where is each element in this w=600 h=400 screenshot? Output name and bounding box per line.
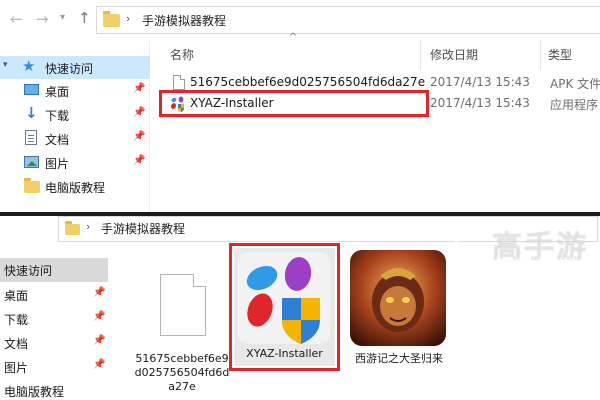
- pin-icon[interactable]: 📌: [133, 107, 145, 118]
- pin-icon[interactable]: 📌: [93, 287, 105, 298]
- folder-icon: [24, 178, 40, 193]
- column-header-date[interactable]: 修改日期: [430, 46, 478, 63]
- up-arrow-icon[interactable]: ↑: [78, 9, 91, 27]
- pin-icon[interactable]: 📌: [133, 83, 145, 94]
- sidebar-item-label: 快速访问: [45, 62, 94, 76]
- breadcrumb-separator-icon[interactable]: ›: [126, 12, 130, 25]
- file-tile-caption[interactable]: 西游记之大圣归来: [344, 350, 454, 366]
- column-divider[interactable]: [540, 40, 541, 70]
- pin-icon[interactable]: 📌: [93, 335, 105, 346]
- column-header-name[interactable]: 名称: [170, 46, 194, 63]
- pin-icon[interactable]: 📌: [93, 359, 105, 370]
- file-date: 2017/4/13 15:43: [430, 75, 530, 89]
- file-list: ^ 名称 修改日期 类型 51675cebbef6e9d025756504fd6…: [150, 32, 600, 212]
- sidebar-item-label: 电脑版教程: [45, 181, 106, 195]
- sort-ascending-icon: ^: [289, 32, 298, 43]
- document-icon: [25, 130, 37, 145]
- sidebar-item-label: 文档: [45, 133, 70, 147]
- explorer-icons-window: › 手游模拟器教程 快速访问 桌面 📌 下载 📌 文档 📌 图片 📌 电脑版教程…: [0, 216, 600, 400]
- sidebar-item-desktop[interactable]: 桌面 📌: [0, 79, 150, 102]
- folder-icon: [65, 221, 80, 235]
- forward-arrow-icon[interactable]: →: [36, 10, 49, 28]
- file-tile-caption[interactable]: 51675cebbef6e9d025756504fd6da27e: [132, 352, 232, 394]
- sidebar-item-label: 图片: [4, 361, 29, 375]
- desktop-icon: [24, 84, 39, 95]
- pictures-icon: [24, 156, 39, 168]
- sidebar-item-label: 下载: [45, 109, 70, 123]
- navigation-pane: ▾ ★ 快速访问 桌面 📌 ↓ 下载 📌 文档 📌 图片 📌 电脑版教程: [0, 40, 150, 212]
- watermark-subtext: GAOSHOUYOU.COM: [496, 256, 580, 264]
- pin-icon[interactable]: 📌: [133, 155, 145, 166]
- sidebar-item-pictures[interactable]: 图片 📌: [0, 355, 108, 379]
- game-monkey-king-icon[interactable]: [350, 250, 446, 346]
- sidebar-item-pc-tutorial[interactable]: 电脑版教程: [0, 379, 108, 400]
- file-date: 2017/4/13 15:43: [430, 96, 530, 110]
- file-type: APK 文件: [550, 77, 600, 91]
- sidebar-item-quick-access[interactable]: 快速访问: [0, 258, 108, 282]
- breadcrumb[interactable]: 手游模拟器教程: [142, 12, 226, 29]
- sidebar-item-pc-tutorial[interactable]: 电脑版教程: [0, 175, 150, 198]
- breadcrumb-separator-icon[interactable]: ›: [86, 220, 90, 233]
- sidebar-item-documents[interactable]: 文档 📌: [0, 127, 150, 150]
- column-divider[interactable]: [420, 40, 421, 70]
- sidebar-item-label: 桌面: [4, 289, 29, 303]
- blank-file-icon[interactable]: [160, 274, 206, 336]
- sidebar-item-downloads[interactable]: ↓ 下载 📌: [0, 103, 150, 126]
- breadcrumb[interactable]: 手游模拟器教程: [101, 220, 185, 237]
- star-icon: ★: [22, 57, 36, 75]
- sidebar-item-label: 图片: [45, 157, 70, 171]
- recent-locations-chevron-icon[interactable]: ▾: [60, 12, 65, 23]
- navigation-pane: 快速访问 桌面 📌 下载 📌 文档 📌 图片 📌 电脑版教程: [0, 258, 110, 400]
- sidebar-item-label: 快速访问: [4, 264, 53, 278]
- pin-icon[interactable]: 📌: [133, 131, 145, 142]
- sidebar-item-label: 电脑版教程: [4, 385, 65, 399]
- watermark-g-icon: [454, 225, 488, 259]
- sidebar-item-pictures[interactable]: 图片 📌: [0, 151, 150, 174]
- highlight-box: [229, 243, 340, 371]
- chevron-down-icon[interactable]: ▾: [3, 60, 8, 70]
- highlight-box: [159, 90, 429, 117]
- folder-icon: [103, 11, 120, 27]
- watermark-logo: 高手游 GAOSHOUYOU.COM: [452, 222, 592, 266]
- sidebar-item-label: 桌面: [45, 85, 70, 99]
- pin-icon[interactable]: 📌: [93, 311, 105, 322]
- column-header-type[interactable]: 类型: [548, 46, 572, 63]
- blank-file-icon: [173, 75, 185, 90]
- file-type: 应用程序: [550, 98, 599, 112]
- address-bar[interactable]: › 手游模拟器教程: [96, 6, 600, 34]
- address-bar-area: ← → ▾ ↑ › 手游模拟器教程: [0, 0, 600, 40]
- download-icon: ↓: [25, 104, 38, 122]
- back-arrow-icon[interactable]: ←: [10, 10, 23, 28]
- explorer-details-window: ← → ▾ ↑ › 手游模拟器教程 ▾ ★ 快速访问 桌面 📌 ↓ 下载 📌 文…: [0, 0, 600, 212]
- sidebar-item-quick-access[interactable]: ▾ ★ 快速访问: [0, 56, 150, 79]
- sidebar-item-downloads[interactable]: 下载 📌: [0, 307, 108, 331]
- sidebar-item-desktop[interactable]: 桌面 📌: [0, 283, 108, 307]
- file-name: 51675cebbef6e9d025756504fd6da27e: [190, 75, 426, 89]
- sidebar-item-documents[interactable]: 文档 📌: [0, 331, 108, 355]
- sidebar-item-label: 下载: [4, 313, 29, 327]
- sidebar-item-label: 文档: [4, 337, 29, 351]
